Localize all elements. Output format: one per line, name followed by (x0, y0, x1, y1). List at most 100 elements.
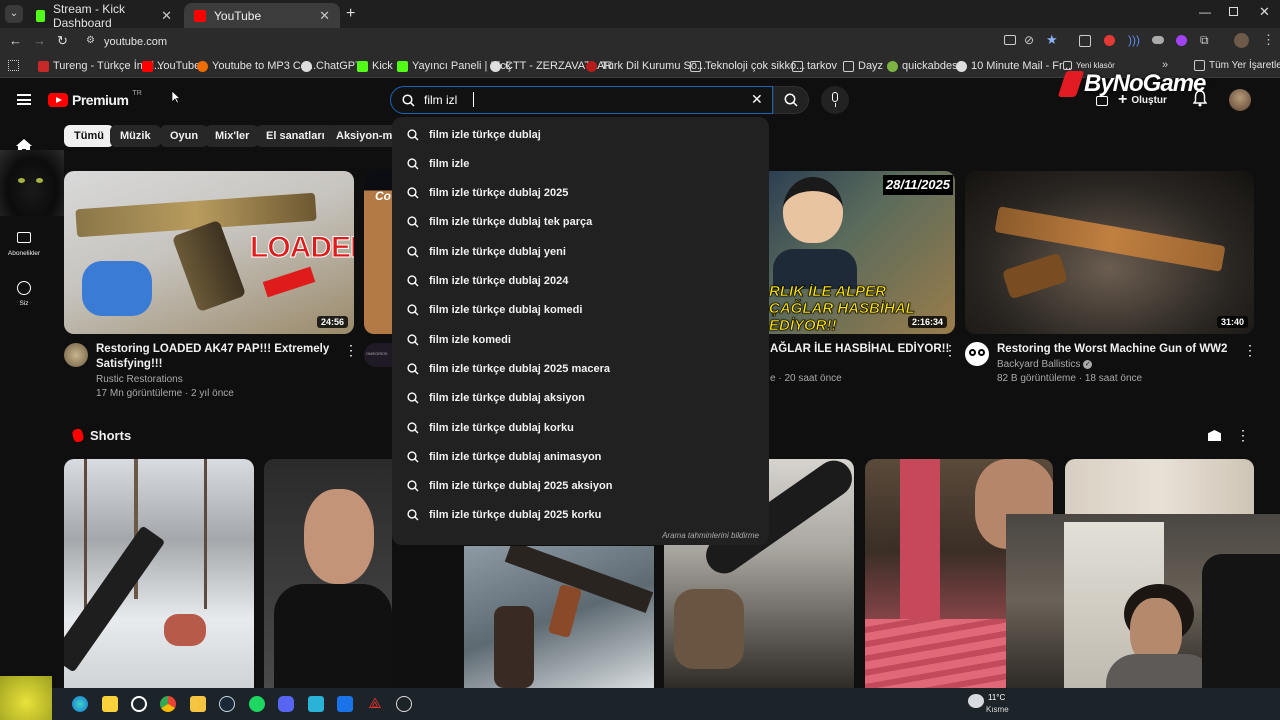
extension-audio-icon[interactable]: ))) (1128, 33, 1140, 47)
edge-icon[interactable] (72, 696, 88, 712)
store-icon[interactable] (308, 696, 324, 712)
steam-icon[interactable] (219, 696, 235, 712)
extensions-puzzle-icon[interactable]: ⧉ (1200, 33, 1209, 48)
notifications-bell-icon[interactable] (1193, 90, 1207, 107)
voice-search-button[interactable] (821, 86, 849, 114)
bookmark-folder-yeni[interactable]: Yeni klasör (1063, 61, 1115, 70)
search-suggestion-item[interactable]: film izle türkçe dublaj 2024 (392, 267, 769, 296)
video-title[interactable]: AĞLAR İLE HASBİHAL EDİYOR!! (770, 342, 949, 357)
search-suggestion-item[interactable]: film izle türkçe dublaj komedi (392, 296, 769, 325)
search-suggestion-item[interactable]: film izle türkçe dublaj animasyon (392, 442, 769, 471)
short-thumbnail[interactable] (1065, 459, 1254, 519)
video-channel[interactable]: Backyard Ballistics ✓ (997, 359, 1093, 370)
eye-off-icon[interactable]: ⊘ (1024, 33, 1034, 47)
forward-icon[interactable]: → (33, 33, 46, 48)
close-tab-icon[interactable]: ✕ (319, 8, 330, 24)
shorts-menu-icon[interactable]: ⋮ (1236, 427, 1250, 444)
video-thumbnail[interactable]: Co (364, 171, 394, 334)
discord-icon[interactable] (278, 696, 294, 712)
restore-window-icon[interactable] (1229, 7, 1238, 16)
sticky-notes-icon[interactable] (102, 696, 118, 712)
sidebar-item-you[interactable]: Siz (0, 278, 48, 314)
new-tab-button[interactable]: + (346, 5, 355, 23)
search-suggestion-item[interactable]: film izle türkçe dublaj korku (392, 413, 769, 442)
short-thumbnail[interactable] (264, 459, 392, 688)
video-title[interactable]: Restoring LOADED AK47 PAP!!! Extremely S… (96, 342, 330, 372)
search-suggestion-item[interactable]: film izle türkçe dublaj (392, 120, 769, 149)
browser-menu-icon[interactable]: ⋮ (1262, 32, 1275, 48)
short-thumbnail[interactable] (64, 459, 254, 688)
tab-kick-dashboard[interactable]: Stream - Kick Dashboard ✕ (26, 2, 182, 30)
chip-action[interactable]: Aksiyon-mac (326, 125, 392, 147)
bookmark-tdk[interactable]: Türk Dil Kurumu Sö... (586, 60, 706, 72)
extension-purple-icon[interactable] (1176, 35, 1187, 46)
search-suggestion-item[interactable]: film izle (392, 149, 769, 178)
bookmark-youtube[interactable]: YouTube (142, 60, 200, 72)
sidebar-item-subscriptions[interactable]: Abonelikler (0, 228, 48, 264)
search-suggestion-item[interactable]: film izle türkçe dublaj 2025 korku (392, 501, 769, 530)
file-explorer-icon[interactable] (190, 696, 206, 712)
close-tab-icon[interactable]: ✕ (161, 8, 172, 24)
chip-crafts[interactable]: El sanatları (256, 125, 335, 147)
whatsapp-icon[interactable] (131, 696, 147, 712)
chrome-icon[interactable] (160, 696, 176, 712)
search-button[interactable] (773, 86, 809, 114)
tab-list-button[interactable]: ⌄ (5, 5, 23, 23)
bookmark-chatgpt[interactable]: ChatGPT (301, 60, 362, 72)
chip-gaming[interactable]: Oyun (160, 125, 209, 147)
apps-grid-icon[interactable] (8, 60, 19, 71)
search-suggestion-item[interactable]: film izle türkçe dublaj aksiyon (392, 384, 769, 413)
shorts-feedback-icon[interactable] (1208, 430, 1221, 441)
bookmark-folder-dayz[interactable]: Dayz (843, 60, 883, 72)
video-menu-icon[interactable]: ⋮ (1243, 342, 1257, 359)
extension-grid-icon[interactable] (1079, 35, 1091, 47)
search-suggestion-item[interactable]: film izle türkçe dublaj 2025 (392, 179, 769, 208)
bookmark-quickabdest[interactable]: quickabdest (887, 60, 961, 72)
short-thumbnail[interactable] (464, 546, 654, 688)
search-suggestion-item[interactable]: film izle türkçe dublaj tek parça (392, 208, 769, 237)
bookmark-kick[interactable]: Kick (357, 60, 393, 72)
chip-all[interactable]: Tümü (64, 125, 114, 147)
back-icon[interactable]: ← (9, 33, 22, 48)
video-menu-icon[interactable]: ⋮ (943, 342, 957, 359)
site-info-icon[interactable]: ⚙ (86, 35, 98, 47)
channel-avatar[interactable] (64, 343, 88, 367)
video-thumbnail[interactable]: 28/11/2025 RLIK İLE ALPER ÇAĞLAR HASBİHA… (769, 171, 955, 334)
settings-gear-icon[interactable] (396, 696, 412, 712)
search-suggestion-item[interactable]: film izle komedi (392, 325, 769, 354)
address-bar[interactable]: ⚙ youtube.com (80, 31, 1000, 53)
extension-gamepad-icon[interactable] (1152, 36, 1164, 44)
video-thumbnail[interactable]: LOADED 24:56 (64, 171, 354, 334)
bookmark-folder-tarkov[interactable]: tarkov (792, 60, 837, 72)
search-suggestion-item[interactable]: film izle türkçe dublaj yeni (392, 237, 769, 266)
search-box[interactable]: film izl ✕ (390, 86, 773, 114)
video-menu-icon[interactable]: ⋮ (344, 342, 358, 359)
close-window-icon[interactable]: ✕ (1259, 4, 1270, 20)
guide-menu-icon[interactable] (17, 94, 31, 105)
chip-music[interactable]: Müzik (110, 125, 161, 147)
bookmark-all[interactable]: Tüm Yer İşaretleri (1194, 60, 1280, 71)
bookmark-10-minute-mail[interactable]: 10 Minute Mail - Fr... (956, 60, 1071, 72)
profile-avatar[interactable] (1234, 33, 1249, 48)
youtube-logo[interactable]: Premium TR (48, 90, 142, 108)
create-button[interactable]: + Oluştur (1118, 90, 1167, 110)
reload-icon[interactable]: ↻ (57, 33, 68, 49)
account-avatar[interactable] (1229, 89, 1251, 111)
channel-avatar[interactable]: OMEGREIS (364, 343, 392, 367)
clear-search-icon[interactable]: ✕ (751, 91, 763, 108)
tab-youtube[interactable]: YouTube ✕ (184, 3, 340, 28)
chip-mixes[interactable]: Mix'ler (205, 125, 260, 147)
acrobat-icon[interactable]: ⟁ (367, 696, 383, 712)
minimize-window-icon[interactable]: — (1199, 5, 1211, 19)
bookmark-star-icon[interactable]: ★ (1046, 32, 1058, 48)
video-channel[interactable]: Rustic Restorations (96, 374, 183, 385)
weather-icon[interactable] (968, 694, 984, 708)
report-predictions-link[interactable]: Arama tahminlerini bildirme (662, 531, 759, 540)
extension-red-icon[interactable] (1104, 35, 1115, 46)
spotify-icon[interactable] (249, 696, 265, 712)
video-title[interactable]: Restoring the Worst Machine Gun of WW2 (997, 342, 1237, 357)
weather-temperature[interactable]: 11°C (988, 693, 1005, 702)
cast-icon[interactable] (1004, 35, 1016, 45)
bookmark-folder-teknoloji[interactable]: Teknoloji çok sikko... (690, 60, 805, 72)
channel-avatar[interactable] (965, 342, 989, 366)
